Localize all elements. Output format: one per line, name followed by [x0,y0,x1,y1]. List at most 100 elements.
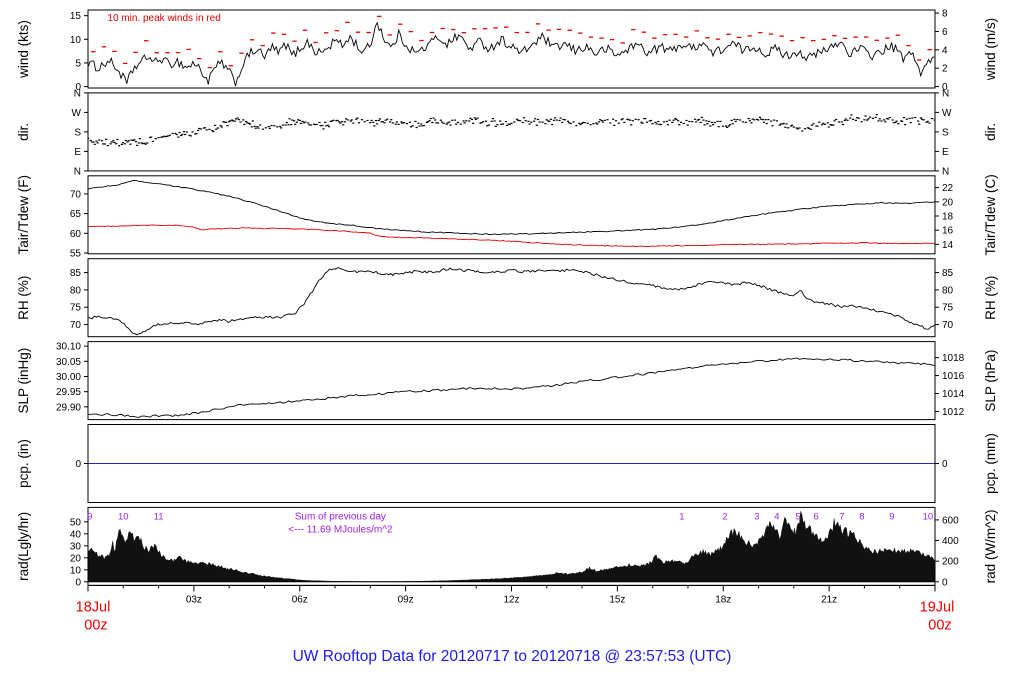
rad-annotation: Sum of previous day [295,511,386,522]
direction-dot [917,120,920,122]
y-tick-label-right: 2 [942,64,948,75]
direction-dot [400,121,403,123]
direction-dot [566,120,570,122]
direction-dot [245,120,248,123]
y-tick-label-right: 80 [942,285,954,296]
rh-rh-line [88,267,935,336]
direction-dot [553,117,557,119]
direction-dot [710,121,714,123]
direction-dot [919,117,922,119]
y-tick-label-right: 18 [942,211,954,222]
direction-dot [377,119,380,122]
y-tick-label-right: 22 [942,183,954,194]
direction-dot [386,118,389,120]
axis-title-left-temp: Tair/Tdew (F) [16,175,31,255]
mj-marker: 10 [923,511,934,522]
direction-dot [764,119,767,121]
direction-dot [528,123,531,125]
panel-dir: NWSENNWSENdir. dir. [16,88,998,177]
y-tick-label-right: 4 [942,45,948,56]
direction-dot [205,129,208,131]
direction-dot [678,124,681,126]
direction-dot [535,124,538,126]
direction-dot [116,138,119,141]
direction-dot [197,129,200,132]
direction-dot [414,120,417,122]
direction-dot [89,139,92,142]
direction-dot [449,124,452,126]
axis-title-left-slp: SLP (inHg) [16,348,31,414]
direction-dot [273,125,276,127]
direction-dot [177,136,180,138]
wind-series [88,15,935,87]
y-tick-label-left: E [74,147,81,158]
direction-dot [810,124,813,126]
direction-dot [823,123,826,125]
y-tick-label-left: W [72,108,82,119]
direction-dot [703,124,706,126]
y-tick-label-left: 29.95 [56,387,81,398]
y-tick-label-right: N [942,166,949,177]
direction-dot [216,127,219,129]
direction-dot [394,123,397,125]
direction-dot [499,120,502,122]
direction-dot [833,120,836,122]
direction-dot [264,127,267,129]
direction-dot [249,123,252,125]
direction-dot [146,142,149,144]
direction-dot [381,121,384,123]
direction-dot [463,122,466,124]
direction-dot [586,122,589,124]
direction-dot [355,118,358,120]
direction-dot [750,122,753,124]
direction-dot [545,119,548,121]
direction-dot [284,124,287,126]
direction-dot [465,120,468,122]
x-tick-label: 09z [398,594,414,605]
direction-dot [403,122,406,124]
direction-dot [725,125,728,127]
direction-dot [854,119,857,121]
axis-title-left-wind: wind (kts) [16,20,31,79]
direction-dot [455,123,458,125]
direction-dot [733,118,736,120]
direction-dot [894,121,897,123]
y-tick-label-left: 60 [70,229,82,240]
direction-dot [360,119,363,121]
direction-dot [765,122,768,125]
y-tick-label-left: N [74,88,81,99]
direction-dot [369,122,372,124]
direction-dot [189,135,192,137]
direction-dot [524,120,527,122]
direction-dot [408,121,411,123]
direction-dot [476,117,479,119]
direction-dot [96,142,99,144]
direction-dot [606,119,609,121]
direction-dot [487,124,490,126]
direction-dot [168,134,171,136]
y-tick-label-left: 30 [70,541,82,552]
direction-dot [874,116,877,118]
direction-dot [459,123,462,125]
panel-rad: 010203040500200400600rad(Lgly/hr) rad (W/… [16,506,998,588]
y-tick-label-right: 200 [942,557,959,568]
mj-marker: 3 [754,511,759,522]
direction-dot [391,122,394,124]
direction-dot [771,125,774,127]
direction-dot [863,119,866,121]
direction-dot [660,124,663,126]
direction-dot [596,123,599,125]
mj-marker: 5 [795,511,800,522]
direction-dot [589,124,592,126]
direction-dot [95,140,98,142]
direction-dot [717,126,720,128]
direction-dot [695,121,698,123]
y-tick-label-right: 6 [942,27,948,38]
direction-dot [928,122,931,124]
direction-dot [691,121,694,123]
direction-dot [757,119,760,121]
direction-dot [129,143,132,145]
direction-dot [908,117,911,120]
direction-dot [726,126,729,128]
direction-dot [456,121,459,124]
